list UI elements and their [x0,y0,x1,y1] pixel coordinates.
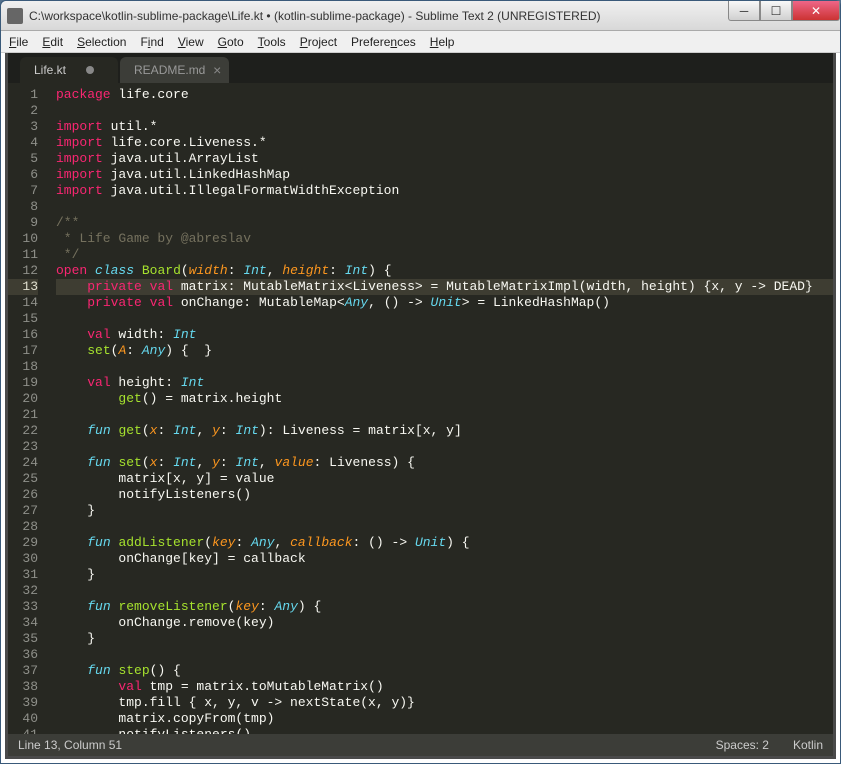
code-area[interactable]: 1234567891011121314151617181920212223242… [8,83,833,734]
app-window: C:\workspace\kotlin-sublime-package\Life… [0,0,841,764]
code-content[interactable]: package life.core import util.*import li… [46,87,833,734]
minimize-button[interactable]: ─ [728,1,760,21]
window-controls: ─ ☐ ✕ [728,1,840,30]
close-tab-icon[interactable]: × [213,62,221,78]
menubar: File Edit Selection Find View Goto Tools… [1,31,840,53]
menu-file[interactable]: File [9,35,28,49]
tab-label: Life.kt [34,63,66,77]
app-icon [7,8,23,24]
menu-edit[interactable]: Edit [42,35,63,49]
titlebar[interactable]: C:\workspace\kotlin-sublime-package\Life… [1,1,840,31]
close-button[interactable]: ✕ [792,1,840,21]
status-spaces[interactable]: Spaces: 2 [716,738,769,752]
status-syntax[interactable]: Kotlin [793,738,823,752]
menu-project[interactable]: Project [300,35,337,49]
menu-find[interactable]: Find [140,35,163,49]
menu-tools[interactable]: Tools [258,35,286,49]
window-title: C:\workspace\kotlin-sublime-package\Life… [29,9,728,23]
menu-preferences[interactable]: Preferences [351,35,416,49]
menu-help[interactable]: Help [430,35,455,49]
editor-area: Life.kt README.md × 12345678910111213141… [5,53,836,759]
maximize-button[interactable]: ☐ [760,1,792,21]
tab-active[interactable]: Life.kt [20,57,118,83]
tab-bar: Life.kt README.md × [8,53,833,83]
dirty-indicator-icon [86,66,94,74]
menu-selection[interactable]: Selection [77,35,126,49]
menu-goto[interactable]: Goto [218,35,244,49]
statusbar: Line 13, Column 51 Spaces: 2 Kotlin [8,734,833,756]
line-gutter[interactable]: 1234567891011121314151617181920212223242… [8,87,46,734]
status-position[interactable]: Line 13, Column 51 [18,738,122,752]
tab-label: README.md [134,63,205,77]
menu-view[interactable]: View [178,35,204,49]
tab-inactive[interactable]: README.md × [120,57,229,83]
